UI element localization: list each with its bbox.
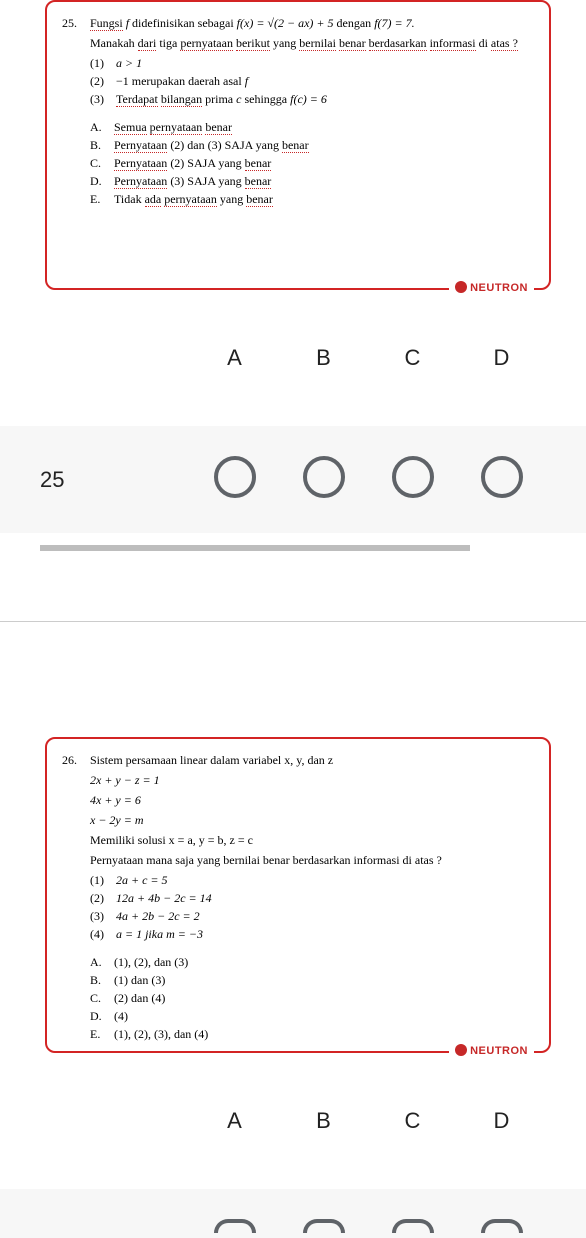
answer-grid-26: A B C D <box>0 1108 586 1238</box>
neutron-badge: NEUTRON <box>449 1043 534 1060</box>
radio-25-a[interactable] <box>214 456 256 498</box>
col-header-b: B <box>279 1108 368 1134</box>
neutron-badge: NEUTRON <box>449 280 534 297</box>
horizontal-scrollbar[interactable] <box>40 545 470 551</box>
row-number: 25 <box>40 467 190 493</box>
answer-row-26 <box>40 1219 546 1238</box>
radio-26-d[interactable] <box>481 1219 523 1233</box>
radio-25-d[interactable] <box>481 456 523 498</box>
radio-26-b[interactable] <box>303 1219 345 1233</box>
answer-grid-25: A B C D 25 <box>0 345 586 551</box>
col-header-a: A <box>190 1108 279 1134</box>
question-body: Fungsi f didefinisikan sebagai f(x) = √(… <box>90 14 534 208</box>
radio-26-a[interactable] <box>214 1219 256 1233</box>
answer-header-row: A B C D <box>0 345 586 371</box>
answer-header-row: A B C D <box>0 1108 586 1134</box>
radio-25-b[interactable] <box>303 456 345 498</box>
col-header-a: A <box>190 345 279 371</box>
section-divider <box>0 621 586 622</box>
col-header-c: C <box>368 1108 457 1134</box>
radio-26-c[interactable] <box>392 1219 434 1233</box>
col-header-d: D <box>457 1108 546 1134</box>
answer-row-25: 25 <box>40 456 546 503</box>
col-header-b: B <box>279 345 368 371</box>
radio-25-c[interactable] <box>392 456 434 498</box>
col-header-c: C <box>368 345 457 371</box>
question-card-26: 26. Sistem persamaan linear dalam variab… <box>45 737 551 1053</box>
col-header-d: D <box>457 345 546 371</box>
scrollbar-thumb[interactable] <box>40 545 470 551</box>
question-body: Sistem persamaan linear dalam variabel x… <box>90 751 534 1043</box>
question-card-25: 25. Fungsi f didefinisikan sebagai f(x) … <box>45 0 551 290</box>
